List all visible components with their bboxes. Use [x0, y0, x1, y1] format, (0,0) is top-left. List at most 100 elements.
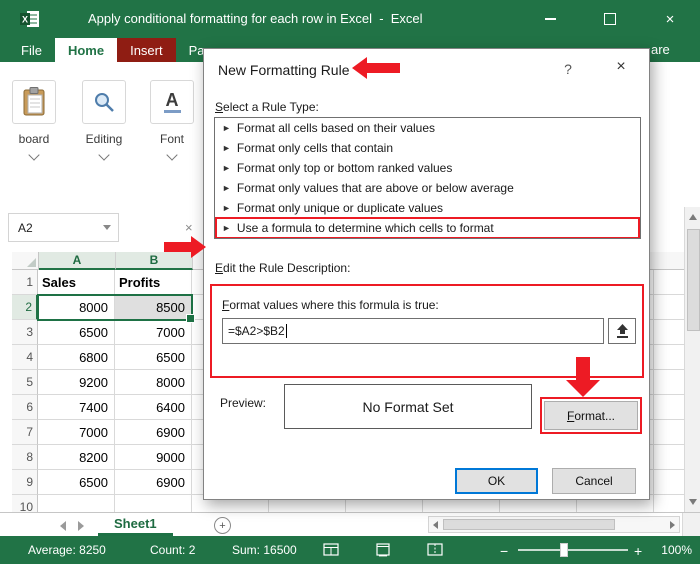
cell[interactable]: [38, 495, 115, 512]
sheet-tab-bar: Sheet1 +: [0, 512, 700, 536]
rule-type-item[interactable]: ►Format only values that are above or be…: [215, 178, 640, 198]
minimize-button[interactable]: [520, 0, 580, 38]
dialog-help-button[interactable]: ?: [556, 61, 580, 77]
select-all-icon: [27, 258, 36, 267]
row-header[interactable]: 9: [12, 470, 38, 495]
scroll-right-icon[interactable]: [670, 521, 675, 529]
formula-input[interactable]: =$A2>$B2: [222, 318, 604, 344]
row-header[interactable]: 6: [12, 395, 38, 420]
dialog-close-button[interactable]: ×: [604, 58, 638, 76]
cell[interactable]: 6900: [115, 420, 192, 445]
select-all-corner[interactable]: [12, 252, 39, 270]
column-header-a[interactable]: A: [39, 252, 116, 270]
vertical-scrollbar[interactable]: [684, 207, 700, 512]
formula-cancel-icon[interactable]: ×: [185, 220, 193, 235]
horizontal-scrollbar[interactable]: [428, 516, 680, 533]
cancel-button[interactable]: Cancel: [552, 468, 636, 494]
page-layout-view-button[interactable]: [374, 542, 392, 558]
annotation-arrow-dialog-title: [352, 57, 400, 79]
chevron-down-icon: [28, 149, 39, 160]
row-header[interactable]: 4: [12, 345, 38, 370]
annotation-arrow-rule-item: [164, 236, 206, 258]
cell-b2[interactable]: 8500: [115, 295, 192, 320]
row-header[interactable]: 2: [12, 295, 38, 320]
cell[interactable]: 9000: [115, 445, 192, 470]
chevron-down-icon: [166, 149, 177, 160]
cell[interactable]: 6400: [115, 395, 192, 420]
active-cell-a2[interactable]: 8000: [38, 295, 115, 320]
text-caret: [286, 324, 287, 338]
name-box[interactable]: A2: [8, 213, 119, 242]
cell[interactable]: 7000: [115, 320, 192, 345]
excel-logo-icon: X: [20, 10, 40, 33]
tab-insert[interactable]: Insert: [117, 38, 176, 62]
cell[interactable]: 6900: [115, 470, 192, 495]
rule-type-item[interactable]: ► Format only top or bottom ranked values: [215, 158, 640, 178]
sheet-nav-prev-icon[interactable]: [60, 521, 66, 531]
horizontal-scroll-thumb[interactable]: [443, 519, 615, 530]
row-header[interactable]: 8: [12, 445, 38, 470]
minimize-icon: [545, 18, 556, 20]
rule-type-item[interactable]: ►Format only unique or duplicate values: [215, 198, 640, 218]
sheet-nav-next-icon[interactable]: [78, 521, 84, 531]
scroll-up-icon[interactable]: [689, 214, 697, 220]
cell[interactable]: [115, 495, 192, 512]
ribbon-group-font[interactable]: A Font: [142, 80, 202, 159]
page-break-view-button[interactable]: [426, 542, 444, 558]
zoom-out-button[interactable]: −: [500, 543, 508, 559]
cell[interactable]: 6500: [115, 345, 192, 370]
row-header[interactable]: 7: [12, 420, 38, 445]
row-header[interactable]: 1: [12, 270, 38, 295]
cell[interactable]: 6800: [38, 345, 115, 370]
row-header[interactable]: 3: [12, 320, 38, 345]
cell[interactable]: 6500: [38, 470, 115, 495]
cell[interactable]: 9200: [38, 370, 115, 395]
chevron-down-icon: [98, 149, 109, 160]
cell[interactable]: 8200: [38, 445, 115, 470]
ribbon-group-clipboard[interactable]: board: [4, 80, 64, 159]
format-button[interactable]: Format...: [544, 401, 638, 430]
zoom-in-button[interactable]: +: [634, 543, 642, 559]
cell[interactable]: 6500: [38, 320, 115, 345]
new-formatting-rule-dialog: New Formatting Rule ? × Select a Rule Ty…: [203, 48, 650, 500]
zoom-slider-thumb[interactable]: [560, 543, 568, 557]
vertical-scroll-thumb[interactable]: [687, 229, 700, 331]
sheet-tab[interactable]: Sheet1: [98, 513, 173, 536]
rule-type-item[interactable]: ►Format only cells that contain: [215, 138, 640, 158]
cell-b1[interactable]: Profits: [115, 270, 192, 295]
status-count: Count: 2: [150, 543, 195, 557]
rule-bullet-icon: ►: [222, 163, 231, 173]
tab-home[interactable]: Home: [55, 38, 117, 62]
cell[interactable]: 8000: [115, 370, 192, 395]
cell[interactable]: 7000: [38, 420, 115, 445]
rule-bullet-icon: ►: [222, 143, 231, 153]
collapse-dialog-button[interactable]: [608, 318, 636, 344]
tab-file[interactable]: File: [8, 38, 55, 62]
rule-type-label: Use a formula to determine which cells t…: [237, 221, 494, 235]
collapse-range-icon: [616, 324, 629, 339]
row-header[interactable]: 5: [12, 370, 38, 395]
cell-a1[interactable]: Sales: [38, 270, 115, 295]
add-sheet-button[interactable]: +: [214, 517, 231, 534]
ribbon-group-label: Editing: [86, 132, 123, 146]
normal-view-button[interactable]: [322, 542, 340, 558]
rule-type-item[interactable]: ►Format all cells based on their values: [215, 118, 640, 138]
zoom-level[interactable]: 100%: [652, 543, 692, 557]
cell[interactable]: 7400: [38, 395, 115, 420]
ribbon-group-editing[interactable]: Editing: [74, 80, 134, 159]
ok-button[interactable]: OK: [455, 468, 538, 494]
rule-bullet-icon: ►: [222, 183, 231, 193]
maximize-button[interactable]: [580, 0, 640, 38]
rule-type-label: Format only top or bottom ranked values: [237, 161, 452, 175]
close-button[interactable]: ×: [640, 0, 700, 38]
zoom-slider-track[interactable]: [518, 549, 628, 551]
formula-value: =$A2>$B2: [228, 324, 285, 338]
scroll-left-icon[interactable]: [433, 521, 438, 529]
edit-rule-description-label: Edit the Rule Description:: [215, 261, 350, 275]
name-box-dropdown-icon[interactable]: [103, 225, 111, 230]
rule-type-item-selected[interactable]: ►Use a formula to determine which cells …: [215, 218, 640, 238]
share-label-partial[interactable]: are: [651, 42, 670, 57]
ribbon-group-label: board: [19, 132, 50, 146]
row-header[interactable]: 10: [12, 495, 38, 512]
scroll-down-icon[interactable]: [689, 499, 697, 505]
